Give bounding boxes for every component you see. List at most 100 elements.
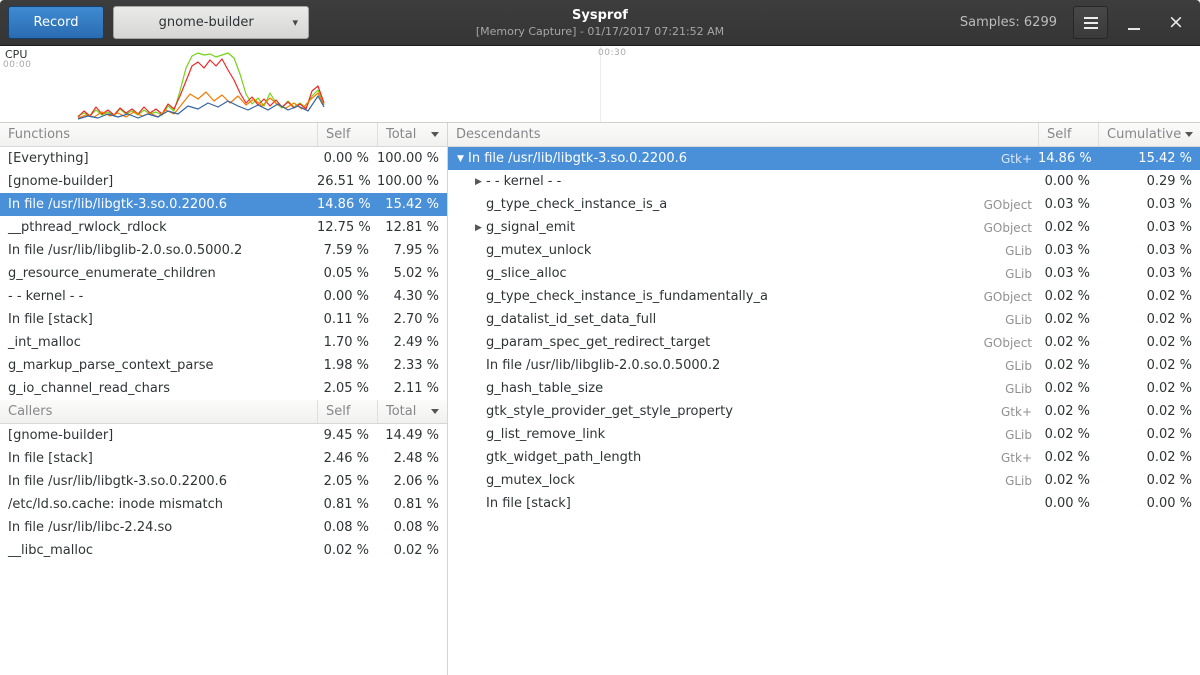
- tree-row[interactable]: g_mutex_unlockGLib0.03 %0.03 %: [448, 239, 1200, 262]
- total-percent: 15.42 %: [377, 197, 447, 212]
- table-row[interactable]: [Everything]0.00 %100.00 %: [0, 147, 447, 170]
- main-content: Functions Self Total [Everything]0.00 %1…: [0, 123, 1200, 675]
- function-name: In file /usr/lib/libgtk-3.so.0.2200.6: [0, 474, 317, 489]
- menu-button[interactable]: [1073, 6, 1108, 39]
- self-percent: 7.59 %: [317, 243, 377, 258]
- self-percent: 0.02 %: [1038, 312, 1098, 327]
- descendant-name: g_list_remove_link: [486, 427, 605, 442]
- cumulative-percent: 0.02 %: [1098, 312, 1200, 327]
- function-name: g_io_channel_read_chars: [0, 381, 317, 396]
- tree-row[interactable]: ▶g_signal_emitGObject0.02 %0.03 %: [448, 216, 1200, 239]
- close-button[interactable]: ×: [1160, 6, 1192, 39]
- table-row[interactable]: In file /usr/lib/libglib-2.0.so.0.5000.2…: [0, 239, 447, 262]
- table-row[interactable]: g_resource_enumerate_children0.05 %5.02 …: [0, 262, 447, 285]
- function-name: - - kernel - -: [0, 289, 317, 304]
- cpu-usage-graph[interactable]: CPU 00:00 00:30: [0, 46, 1200, 123]
- self-percent: 0.03 %: [1038, 197, 1098, 212]
- library-tag: Gtk+: [987, 405, 1032, 419]
- table-row[interactable]: __libc_malloc0.02 %0.02 %: [0, 539, 447, 562]
- tree-name-cell: gtk_style_provider_get_style_propertyGtk…: [448, 404, 1038, 419]
- time-tick-start: 00:00: [3, 60, 31, 70]
- cumulative-percent: 0.02 %: [1098, 404, 1200, 419]
- tree-row[interactable]: In file /usr/lib/libglib-2.0.so.0.5000.2…: [448, 354, 1200, 377]
- library-tag: GObject: [970, 336, 1032, 350]
- self-percent: 0.02 %: [1038, 220, 1098, 235]
- minimize-icon: [1128, 28, 1140, 30]
- self-percent: 14.86 %: [1038, 151, 1098, 166]
- table-row[interactable]: [gnome-builder]26.51 %100.00 %: [0, 170, 447, 193]
- left-pane: Functions Self Total [Everything]0.00 %1…: [0, 123, 448, 675]
- callers-table-header: Callers Self Total: [0, 400, 447, 424]
- table-row[interactable]: In file [stack]0.11 %2.70 %: [0, 308, 447, 331]
- tree-row[interactable]: g_slice_allocGLib0.03 %0.03 %: [448, 262, 1200, 285]
- table-row[interactable]: - - kernel - -0.00 %4.30 %: [0, 285, 447, 308]
- library-tag: GObject: [970, 290, 1032, 304]
- descendant-name: gtk_widget_path_length: [486, 450, 641, 465]
- table-row[interactable]: In file [stack]2.46 %2.48 %: [0, 447, 447, 470]
- functions-table-body: [Everything]0.00 %100.00 %[gnome-builder…: [0, 147, 447, 400]
- function-name: _int_malloc: [0, 335, 317, 350]
- table-row[interactable]: __pthread_rwlock_rdlock12.75 %12.81 %: [0, 216, 447, 239]
- function-name: g_markup_parse_context_parse: [0, 358, 317, 373]
- function-name: In file /usr/lib/libglib-2.0.so.0.5000.2: [0, 243, 317, 258]
- tree-row[interactable]: ▼In file /usr/lib/libgtk-3.so.0.2200.6Gt…: [448, 147, 1200, 170]
- tree-name-cell: g_type_check_instance_is_fundamentally_a…: [448, 289, 1038, 304]
- tree-row[interactable]: ▶- - kernel - -0.00 %0.29 %: [448, 170, 1200, 193]
- column-header-self[interactable]: Self: [317, 400, 377, 423]
- tree-row[interactable]: In file [stack]0.00 %0.00 %: [448, 492, 1200, 515]
- descendant-name: g_slice_alloc: [486, 266, 567, 281]
- tree-row[interactable]: g_mutex_lockGLib0.02 %0.02 %: [448, 469, 1200, 492]
- process-selector-dropdown[interactable]: gnome-builder ▾: [113, 6, 309, 39]
- function-name: In file [stack]: [0, 451, 317, 466]
- cumulative-percent: 0.29 %: [1098, 174, 1200, 189]
- library-tag: GObject: [970, 221, 1032, 235]
- table-row[interactable]: [gnome-builder]9.45 %14.49 %: [0, 424, 447, 447]
- total-percent: 2.33 %: [377, 358, 447, 373]
- tree-row[interactable]: g_type_check_instance_is_aGObject0.03 %0…: [448, 193, 1200, 216]
- table-row[interactable]: In file /usr/lib/libgtk-3.so.0.2200.614.…: [0, 193, 447, 216]
- self-percent: 2.46 %: [317, 451, 377, 466]
- column-header-self[interactable]: Self: [317, 123, 377, 146]
- table-row[interactable]: In file /usr/lib/libgtk-3.so.0.2200.62.0…: [0, 470, 447, 493]
- descendants-table-header: Descendants Self Cumulative: [448, 123, 1200, 147]
- table-row[interactable]: /etc/ld.so.cache: inode mismatch0.81 %0.…: [0, 493, 447, 516]
- total-percent: 5.02 %: [377, 266, 447, 281]
- column-header-descendants[interactable]: Descendants: [448, 123, 1038, 146]
- table-row[interactable]: g_io_channel_read_chars2.05 %2.11 %: [0, 377, 447, 400]
- tree-name-cell: g_type_check_instance_is_aGObject: [448, 197, 1038, 212]
- self-percent: 0.02 %: [1038, 335, 1098, 350]
- library-tag: GLib: [991, 359, 1032, 373]
- table-row[interactable]: In file /usr/lib/libc-2.24.so0.08 %0.08 …: [0, 516, 447, 539]
- self-percent: 1.70 %: [317, 335, 377, 350]
- column-header-functions[interactable]: Functions: [0, 123, 317, 146]
- hamburger-icon: [1084, 17, 1098, 29]
- tree-row[interactable]: g_datalist_id_set_data_fullGLib0.02 %0.0…: [448, 308, 1200, 331]
- sysprof-window: Record gnome-builder ▾ Sysprof [Memory C…: [0, 0, 1200, 675]
- cumulative-percent: 0.03 %: [1098, 243, 1200, 258]
- expander-collapsed-icon[interactable]: ▶: [471, 177, 486, 187]
- tree-row[interactable]: g_list_remove_linkGLib0.02 %0.02 %: [448, 423, 1200, 446]
- column-header-total[interactable]: Total: [377, 123, 447, 146]
- self-percent: 0.00 %: [1038, 496, 1098, 511]
- expander-expanded-icon[interactable]: ▼: [453, 154, 468, 164]
- library-tag: GLib: [991, 382, 1032, 396]
- tree-row[interactable]: g_type_check_instance_is_fundamentally_a…: [448, 285, 1200, 308]
- tree-row[interactable]: g_hash_table_sizeGLib0.02 %0.02 %: [448, 377, 1200, 400]
- table-row[interactable]: _int_malloc1.70 %2.49 %: [0, 331, 447, 354]
- column-header-total[interactable]: Total: [377, 400, 447, 423]
- column-header-self[interactable]: Self: [1038, 123, 1098, 146]
- expander-collapsed-icon[interactable]: ▶: [471, 223, 486, 233]
- tree-row[interactable]: gtk_widget_path_lengthGtk+0.02 %0.02 %: [448, 446, 1200, 469]
- function-name: /etc/ld.so.cache: inode mismatch: [0, 497, 317, 512]
- minimize-button[interactable]: [1118, 6, 1150, 39]
- tree-name-cell: g_param_spec_get_redirect_targetGObject: [448, 335, 1038, 350]
- total-percent: 12.81 %: [377, 220, 447, 235]
- column-header-cumulative[interactable]: Cumulative: [1098, 123, 1200, 146]
- tree-row[interactable]: gtk_style_provider_get_style_propertyGtk…: [448, 400, 1200, 423]
- tree-row[interactable]: g_param_spec_get_redirect_targetGObject0…: [448, 331, 1200, 354]
- descendant-name: g_hash_table_size: [486, 381, 603, 396]
- column-header-callers[interactable]: Callers: [0, 400, 317, 423]
- record-button[interactable]: Record: [8, 6, 104, 39]
- table-row[interactable]: g_markup_parse_context_parse1.98 %2.33 %: [0, 354, 447, 377]
- column-header-label: Self: [1047, 127, 1071, 142]
